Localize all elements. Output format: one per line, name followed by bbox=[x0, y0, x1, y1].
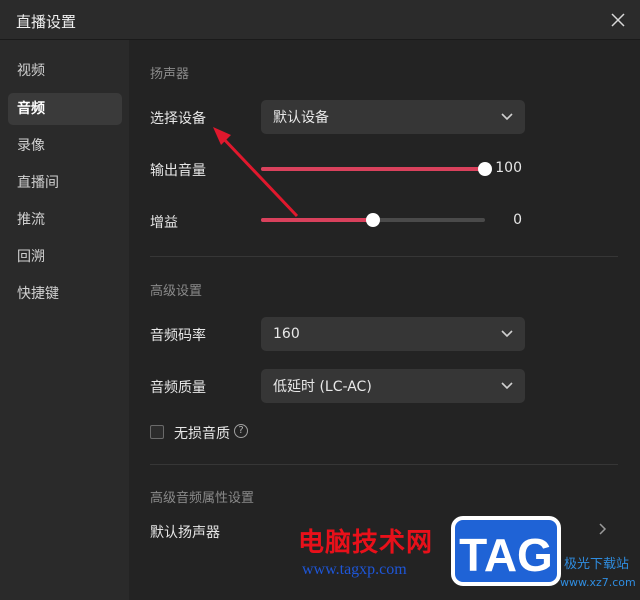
watermark-site-url: www.tagxp.com bbox=[302, 561, 407, 578]
tag-logo: TAG bbox=[451, 516, 561, 586]
watermark-download-url: www.xz7.com bbox=[560, 576, 636, 589]
annotation-arrow bbox=[213, 127, 299, 218]
watermark-site-name: 电脑技术网 bbox=[298, 528, 434, 558]
watermark-download-name: 极光下载站 bbox=[564, 557, 630, 572]
